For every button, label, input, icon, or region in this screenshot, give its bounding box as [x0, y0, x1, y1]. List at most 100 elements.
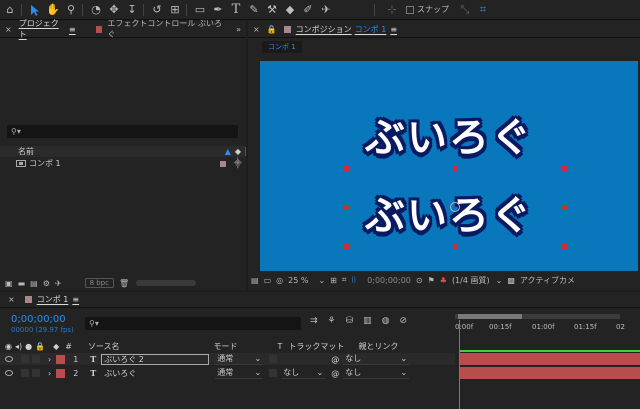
close-icon[interactable]: × — [248, 25, 265, 34]
trash-icon[interactable]: 🗑 — [119, 279, 129, 288]
vr-icon[interactable]: ◎ — [276, 276, 283, 285]
render-icon[interactable]: ✈ — [55, 279, 62, 288]
hand-tool-icon[interactable]: ✋ — [45, 2, 61, 18]
pen-tool-icon[interactable]: ✒ — [210, 2, 226, 18]
lock-icon[interactable]: 🔒 — [265, 25, 279, 34]
brush-tool-icon[interactable]: ✎ — [246, 2, 262, 18]
mode-dropdown[interactable]: 通常 ⌄ — [215, 367, 264, 379]
new-composition-icon[interactable]: ▤ — [30, 279, 38, 288]
close-icon[interactable]: × — [3, 295, 20, 304]
tab-timeline-comp[interactable]: コンポ 1 ≡ — [20, 294, 84, 305]
draft-3d-icon[interactable]: ⚘ — [328, 316, 336, 326]
pan-behind-tool-icon[interactable]: ⊞ — [167, 2, 183, 18]
eraser-tool-icon[interactable]: ◆ — [282, 2, 298, 18]
preview-options-icon[interactable]: ▤ — [251, 276, 259, 285]
transform-handle[interactable] — [344, 205, 349, 210]
layer-duration-bar[interactable] — [459, 353, 640, 365]
col-source-name[interactable]: ソース名 — [88, 341, 120, 352]
comp-breadcrumb[interactable]: コンポ 1 — [262, 41, 302, 53]
timecode-display[interactable]: 0;00;00;00 — [367, 276, 411, 285]
selection-tool-icon[interactable] — [27, 2, 43, 18]
lock-box[interactable] — [32, 369, 40, 377]
fit-icon[interactable]: ⊞ — [330, 276, 337, 285]
visibility-icon[interactable] — [5, 370, 13, 376]
zoom-tool-icon[interactable]: ⚲ — [63, 2, 79, 18]
monitor-icon[interactable]: ▭ — [264, 276, 272, 285]
list-item[interactable]: コンポ 1 ⸎ — [0, 158, 246, 169]
transform-handle[interactable] — [562, 166, 567, 171]
rectangle-tool-icon[interactable]: ▭ — [192, 2, 208, 18]
layer-name[interactable]: ぶいろぐ — [104, 368, 209, 379]
tab-effect-controls[interactable]: エフェクトコントロール ぶいろぐ — [91, 18, 231, 40]
zoom-slider[interactable] — [136, 280, 197, 286]
new-folder-icon[interactable]: ▬ — [18, 279, 26, 288]
snapshot-icon[interactable]: ⊙ — [416, 276, 423, 285]
current-time-indicator[interactable] — [459, 320, 460, 409]
layer-name[interactable]: ぶいろぐ 2 — [101, 353, 210, 365]
tab-project[interactable]: プロジェクト ≡ — [14, 18, 81, 40]
close-icon[interactable]: × — [0, 25, 14, 34]
panel-menu-icon[interactable]: ≡ — [390, 25, 397, 34]
snap-options-icon[interactable]: ⤡ — [457, 2, 473, 18]
layer-duration-bar[interactable] — [459, 367, 640, 379]
chevron-right-icon[interactable]: › — [48, 355, 51, 364]
shy-icon[interactable]: ⛁ — [346, 316, 354, 326]
col-trkmat[interactable]: トラックマット — [288, 341, 344, 352]
region-of-interest-icon[interactable]: ⌷ — [351, 275, 356, 285]
visibility-icon[interactable]: ◉ — [5, 342, 12, 351]
grid-icon[interactable]: ⌗ — [342, 275, 347, 285]
transform-handle[interactable] — [562, 205, 567, 210]
label-column-icon[interactable]: ◆ — [53, 342, 59, 351]
dolly-camera-icon[interactable]: ↧ — [124, 2, 140, 18]
timeline-graph[interactable]: 0:00f 00:15f 01:00f 01:15f 02 — [455, 314, 640, 409]
roto-brush-icon[interactable]: ✐ — [300, 2, 316, 18]
comp-mini-flowchart-icon[interactable]: ⇉ — [310, 316, 318, 326]
motion-blur-icon[interactable]: ◍ — [382, 316, 390, 326]
transform-handle[interactable] — [453, 166, 458, 171]
graph-editor-icon[interactable]: ⊘ — [400, 316, 408, 326]
lock-icon[interactable]: 🔒 — [35, 342, 45, 351]
table-row[interactable]: › 2 T ぶいろぐ 通常 ⌄ なし ⌄ @ なし ⌄ — [0, 367, 455, 379]
transform-handle[interactable] — [344, 166, 349, 171]
parent-dropdown[interactable]: なし ⌄ — [343, 353, 410, 365]
transparency-icon[interactable]: ▩ — [507, 276, 515, 285]
orbit-camera-icon[interactable]: ◔ — [88, 2, 104, 18]
anchor-point-icon[interactable] — [450, 202, 460, 212]
solo-box[interactable] — [21, 355, 29, 363]
rotate-tool-icon[interactable]: ↺ — [149, 2, 165, 18]
label-column-icon[interactable]: ◆ — [235, 147, 241, 156]
composition-viewer[interactable]: ぶいろぐ ぶいろぐ — [260, 61, 638, 271]
solo-icon[interactable]: ● — [25, 342, 32, 351]
home-icon[interactable]: ⌂ — [2, 2, 18, 18]
transform-handle[interactable] — [344, 244, 349, 249]
adjust-icon[interactable]: ⚙ — [43, 279, 50, 288]
preserve-transparency-box[interactable] — [269, 355, 278, 363]
timeline-search-input[interactable]: ⚲▾ — [85, 317, 301, 330]
time-ruler[interactable]: 0:00f 00:15f 01:00f 01:15f 02 — [455, 323, 640, 333]
col-parent[interactable]: 親とリンク — [358, 341, 398, 352]
audio-icon[interactable]: ◂) — [15, 342, 22, 351]
col-t[interactable]: T — [278, 342, 283, 351]
trkmat-dropdown[interactable]: なし ⌄ — [281, 367, 326, 379]
camera-dropdown[interactable]: アクティブカメ — [520, 275, 575, 286]
zoom-dropdown[interactable]: 25 % ⌄ — [288, 276, 325, 285]
panel-menu-icon[interactable]: ≡ — [69, 25, 76, 34]
label-swatch[interactable] — [56, 354, 66, 364]
work-area-bar[interactable] — [458, 314, 522, 319]
flowchart-icon[interactable]: ⸎ — [234, 158, 242, 169]
puppet-pin-icon[interactable]: ✈ — [318, 2, 334, 18]
snap-checkbox[interactable] — [406, 5, 414, 14]
solo-box[interactable] — [21, 369, 29, 377]
preserve-transparency-box[interactable] — [269, 369, 278, 377]
transform-handle[interactable] — [453, 244, 458, 249]
type-tool-icon[interactable]: T — [228, 2, 244, 18]
parent-dropdown[interactable]: なし ⌄ — [343, 367, 410, 379]
work-area-track[interactable] — [455, 314, 620, 319]
label-swatch[interactable] — [56, 368, 66, 378]
project-search-input[interactable]: ⚲▾ — [7, 125, 238, 138]
col-name-label[interactable]: 名前 — [18, 146, 34, 157]
table-row[interactable]: › 1 T ぶいろぐ 2 通常 ⌄ @ なし ⌄ — [0, 353, 455, 365]
clone-stamp-icon[interactable]: ⚒ — [264, 2, 280, 18]
bpc-button[interactable]: 8 bpc — [84, 278, 114, 288]
frame-blending-icon[interactable]: ▥ — [363, 316, 372, 326]
